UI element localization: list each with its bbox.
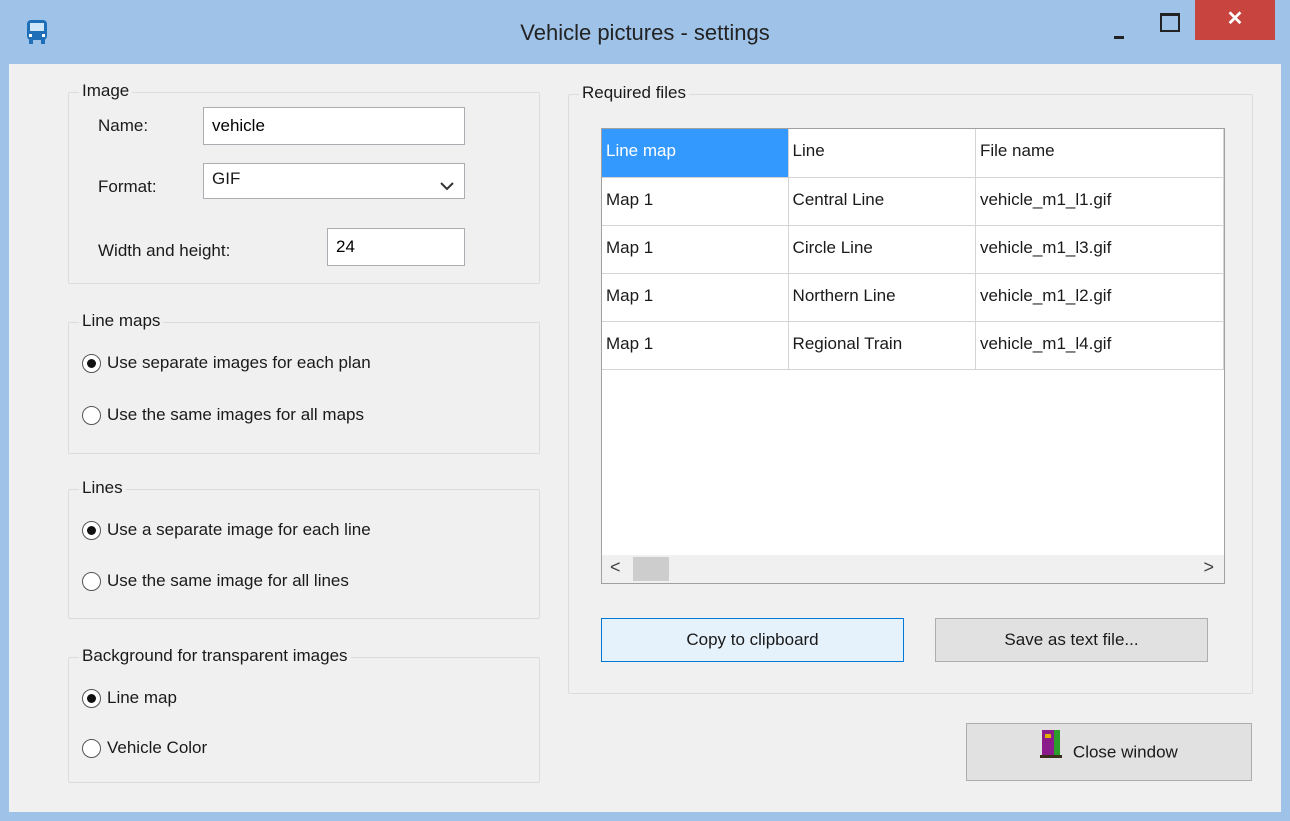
line-maps-group: Line maps Use separate images for each p… <box>68 311 540 454</box>
required-files-group-title: Required files <box>579 83 689 103</box>
background-group: Background for transparent images Line m… <box>68 646 540 783</box>
copy-button-label: Copy to clipboard <box>686 630 819 649</box>
scroll-left-icon[interactable]: < <box>610 557 621 578</box>
table-cell[interactable]: vehicle_m1_l3.gif <box>975 225 1224 274</box>
name-input[interactable] <box>203 107 465 145</box>
column-header-line[interactable]: Line <box>788 129 976 178</box>
title-bar[interactable]: Vehicle pictures - settings ✕ <box>0 0 1290 64</box>
radio-label: Use separate images for each plan <box>107 353 371 372</box>
radio-label: Use the same images for all maps <box>107 405 364 424</box>
radio-background-line-map[interactable]: Line map <box>82 688 177 708</box>
dialog-body: Image Name: Format: GIF Width and height… <box>9 64 1281 812</box>
size-label: Width and height: <box>98 241 231 260</box>
table-cell[interactable]: vehicle_m1_l4.gif <box>975 321 1224 370</box>
radio-indicator[interactable] <box>82 571 101 591</box>
table-cell[interactable]: vehicle_m1_l2.gif <box>975 273 1224 322</box>
copy-to-clipboard-button[interactable]: Copy to clipboard <box>601 618 904 662</box>
close-window-button[interactable]: Close window <box>966 723 1252 781</box>
app-window: Vehicle pictures - settings ✕ Image Name… <box>0 0 1290 821</box>
radio-same-line-image[interactable]: Use the same image for all lines <box>82 571 349 591</box>
minimize-button[interactable] <box>1100 14 1136 42</box>
radio-indicator[interactable] <box>82 520 101 540</box>
table-cell[interactable]: Map 1 <box>602 225 789 274</box>
chevron-down-icon <box>440 176 454 191</box>
table-cell[interactable]: vehicle_m1_l1.gif <box>975 177 1224 226</box>
format-select[interactable]: GIF <box>203 163 465 199</box>
line-maps-group-title: Line maps <box>79 311 164 331</box>
radio-indicator[interactable] <box>82 405 101 425</box>
radio-separate-plan-images[interactable]: Use separate images for each plan <box>82 353 371 373</box>
radio-indicator[interactable] <box>82 738 101 758</box>
save-button-label: Save as text file... <box>1004 630 1139 649</box>
table-cell[interactable]: Map 1 <box>602 177 789 226</box>
horizontal-scrollbar[interactable]: < > <box>602 555 1224 583</box>
table-row[interactable]: Map 1 Central Line vehicle_m1_l1.gif <box>602 177 1224 226</box>
radio-indicator[interactable] <box>82 353 101 373</box>
save-as-text-button[interactable]: Save as text file... <box>935 618 1208 662</box>
radio-same-map-images[interactable]: Use the same images for all maps <box>82 405 364 425</box>
background-group-title: Background for transparent images <box>79 646 351 666</box>
radio-label: Use the same image for all lines <box>107 571 349 590</box>
table-row[interactable]: Map 1 Northern Line vehicle_m1_l2.gif <box>602 273 1224 322</box>
scroll-thumb[interactable] <box>633 557 669 581</box>
table-row[interactable]: Map 1 Regional Train vehicle_m1_l4.gif <box>602 321 1224 370</box>
format-label: Format: <box>98 177 157 196</box>
radio-label: Vehicle Color <box>107 738 208 757</box>
radio-label: Line map <box>107 688 177 707</box>
table-cell[interactable]: Circle Line <box>788 225 976 274</box>
radio-separate-line-image[interactable]: Use a separate image for each line <box>82 520 371 540</box>
radio-label: Use a separate image for each line <box>107 520 371 539</box>
close-window-label: Close window <box>1072 742 1178 762</box>
size-input[interactable] <box>327 228 465 266</box>
maximize-button[interactable] <box>1150 10 1186 38</box>
table-row[interactable]: Map 1 Circle Line vehicle_m1_l3.gif <box>602 225 1224 274</box>
table-cell[interactable]: Northern Line <box>788 273 976 322</box>
close-icon: ✕ <box>1226 8 1244 30</box>
lines-group: Lines Use a separate image for each line… <box>68 478 540 619</box>
name-label: Name: <box>98 116 149 135</box>
table-cell[interactable]: Map 1 <box>602 273 789 322</box>
column-header-line-map[interactable]: Line map <box>602 129 789 178</box>
required-files-table[interactable]: Line map Line File name Map 1 Central Li… <box>601 128 1225 584</box>
window-title: Vehicle pictures - settings <box>520 20 770 45</box>
table-cell[interactable]: Central Line <box>788 177 976 226</box>
table-header-row: Line map Line File name <box>602 129 1224 178</box>
format-value: GIF <box>212 169 241 188</box>
lines-group-title: Lines <box>79 478 126 498</box>
image-group: Image Name: Format: GIF Width and height… <box>68 81 540 284</box>
close-button[interactable]: ✕ <box>1195 0 1275 40</box>
column-header-file-name[interactable]: File name <box>975 129 1224 178</box>
image-group-title: Image <box>79 81 133 101</box>
scroll-right-icon[interactable]: > <box>1203 557 1214 578</box>
radio-background-vehicle-color[interactable]: Vehicle Color <box>82 738 207 758</box>
radio-indicator[interactable] <box>82 688 101 708</box>
files-table: Line map Line File name Map 1 Central Li… <box>602 129 1224 370</box>
table-cell[interactable]: Regional Train <box>788 321 976 370</box>
door-exit-icon <box>1040 725 1063 781</box>
table-cell[interactable]: Map 1 <box>602 321 789 370</box>
